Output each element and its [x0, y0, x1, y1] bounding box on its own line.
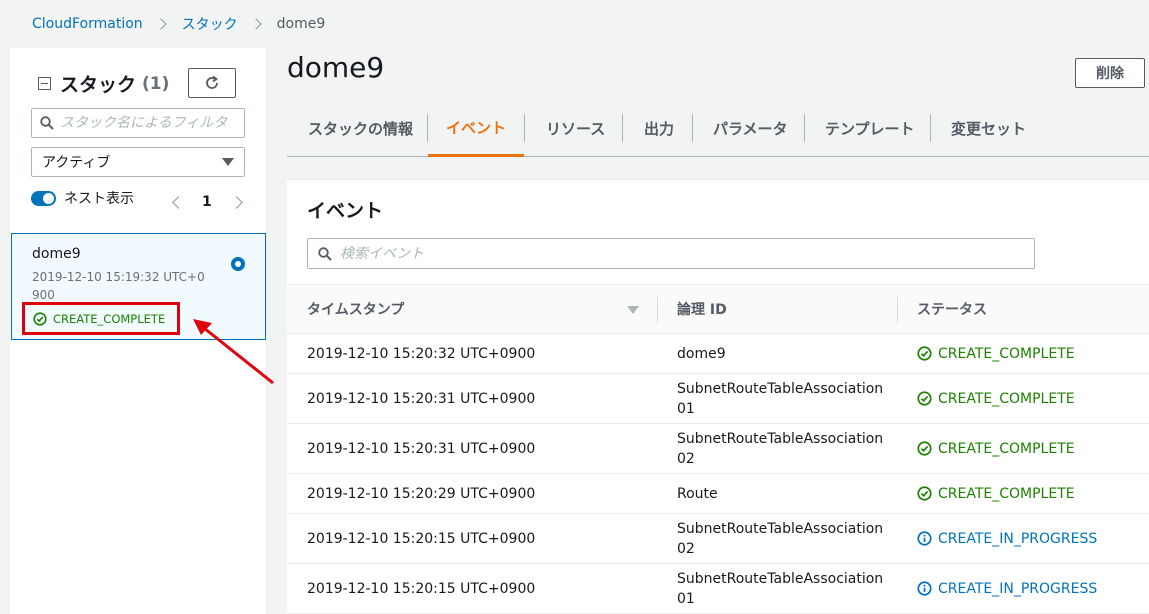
panel-title: スタック: [60, 74, 137, 96]
annotation-arrow: [193, 319, 274, 385]
column-header-timestamp[interactable]: タイムスタンプ: [307, 285, 404, 333]
events-title: イベント: [307, 200, 384, 222]
refresh-button[interactable]: [188, 68, 236, 98]
collapse-icon[interactable]: [38, 77, 51, 90]
nested-view-toggle[interactable]: [31, 190, 56, 206]
check-circle-icon: [917, 346, 932, 361]
stack-filter-input[interactable]: [60, 115, 240, 131]
event-logical-id: dome9: [677, 345, 726, 362]
stack-filter-field[interactable]: [31, 108, 245, 138]
event-status: CREATE_COMPLETE: [917, 424, 1075, 473]
tab-change-sets[interactable]: 変更セット: [951, 100, 1026, 157]
stack-status-highlight: CREATE_COMPLETE: [22, 302, 180, 335]
event-status-text: CREATE_IN_PROGRESS: [938, 530, 1098, 547]
event-status-text: CREATE_IN_PROGRESS: [938, 580, 1098, 597]
event-search-input[interactable]: [340, 245, 990, 262]
tab-divider: [804, 114, 805, 142]
table-row: 2019-12-10 15:20:31 UTC+0900 SubnetRoute…: [287, 374, 1149, 424]
event-search-field[interactable]: [307, 238, 1035, 269]
table-row: 2019-12-10 15:20:15 UTC+0900 SubnetRoute…: [287, 564, 1149, 614]
event-logical-id: SubnetRouteTableAssociation01: [677, 570, 884, 607]
event-timestamp: 2019-12-10 15:20:15 UTC+0900: [307, 530, 536, 547]
info-circle-icon: [917, 581, 932, 596]
caret-down-icon: [222, 158, 234, 166]
info-circle-icon: [917, 531, 932, 546]
panel-header: スタック (1): [38, 70, 169, 97]
check-circle-icon: [33, 311, 47, 326]
stack-count: (1): [142, 73, 170, 94]
refresh-icon: [206, 75, 219, 89]
tab-divider: [622, 114, 623, 142]
event-timestamp: 2019-12-10 15:20:31 UTC+0900: [307, 390, 536, 407]
event-timestamp: 2019-12-10 15:20:15 UTC+0900: [307, 580, 536, 597]
column-divider: [897, 297, 898, 323]
previous-page-icon[interactable]: [172, 195, 185, 209]
stack-created-time: 2019-12-10 15:19:32 UTC+0900: [32, 270, 205, 302]
sort-caret-icon[interactable]: [627, 306, 639, 314]
event-status-text: CREATE_COMPLETE: [938, 345, 1075, 362]
breadcrumb-current: dome9: [276, 16, 326, 32]
search-icon: [318, 246, 332, 261]
event-logical-id: SubnetRouteTableAssociation02: [677, 430, 884, 467]
nested-view-row: ネスト表示: [31, 188, 134, 208]
table-row: 2019-12-10 15:20:29 UTC+0900 Route CREAT…: [287, 474, 1149, 514]
status-filter-value: アクティブ: [42, 155, 111, 171]
column-header-logical-id[interactable]: 論理 ID: [677, 285, 727, 333]
tab-bar: スタックの情報 イベント リソース 出力 パラメータ テンプレート 変更セット: [287, 100, 1149, 157]
nested-view-label: ネスト表示: [64, 191, 134, 207]
breadcrumb: CloudFormation スタック dome9: [32, 14, 325, 34]
table-row: 2019-12-10 15:20:15 UTC+0900 SubnetRoute…: [287, 514, 1149, 564]
event-status: CREATE_COMPLETE: [917, 334, 1075, 373]
tab-divider: [524, 114, 525, 142]
chevron-right-icon: [154, 18, 167, 30]
stack-select-radio[interactable]: [231, 257, 245, 271]
check-circle-icon: [917, 391, 932, 406]
status-filter-select[interactable]: アクティブ: [31, 147, 245, 177]
page-number[interactable]: 1: [202, 194, 212, 210]
table-row: 2019-12-10 15:20:32 UTC+0900 dome9 CREAT…: [287, 334, 1149, 374]
tab-parameters[interactable]: パラメータ: [713, 100, 788, 157]
event-status: CREATE_COMPLETE: [917, 374, 1075, 423]
delete-button[interactable]: 削除: [1075, 58, 1145, 88]
table-row: 2019-12-10 15:20:31 UTC+0900 SubnetRoute…: [287, 424, 1149, 474]
event-status: CREATE_COMPLETE: [917, 474, 1075, 513]
event-status: CREATE_IN_PROGRESS: [917, 564, 1097, 613]
check-circle-icon: [917, 486, 932, 501]
event-timestamp: 2019-12-10 15:20:31 UTC+0900: [307, 440, 536, 457]
events-panel: イベント タイムスタンプ 論理 ID ステータス 2019-12-10 15:2…: [287, 179, 1149, 614]
event-timestamp: 2019-12-10 15:20:32 UTC+0900: [307, 345, 536, 362]
event-logical-id: SubnetRouteTableAssociation02: [677, 520, 884, 557]
event-status-text: CREATE_COMPLETE: [938, 390, 1075, 407]
breadcrumb-stacks[interactable]: スタック: [182, 14, 238, 34]
column-header-status[interactable]: ステータス: [917, 285, 987, 333]
tab-events[interactable]: イベント: [428, 100, 524, 157]
page-title: dome9: [287, 51, 385, 84]
events-table-header: タイムスタンプ 論理 ID ステータス: [287, 284, 1149, 334]
tab-outputs[interactable]: 出力: [644, 100, 674, 157]
tab-stack-info[interactable]: スタックの情報: [308, 100, 413, 157]
chevron-right-icon: [249, 18, 262, 30]
tab-divider: [692, 114, 693, 142]
search-icon: [40, 116, 54, 130]
event-logical-id: Route: [677, 485, 718, 502]
event-timestamp: 2019-12-10 15:20:29 UTC+0900: [307, 485, 536, 502]
next-page-icon[interactable]: [229, 195, 243, 209]
breadcrumb-cloudformation[interactable]: CloudFormation: [32, 16, 143, 32]
tab-template[interactable]: テンプレート: [825, 100, 915, 157]
check-circle-icon: [917, 441, 932, 456]
stack-name: dome9: [32, 246, 81, 262]
event-status-text: CREATE_COMPLETE: [938, 485, 1075, 502]
tab-divider: [930, 114, 931, 142]
stack-status: CREATE_COMPLETE: [53, 311, 166, 326]
tab-resources[interactable]: リソース: [546, 100, 605, 157]
pagination: 1: [170, 194, 245, 210]
event-logical-id: SubnetRouteTableAssociation01: [677, 380, 884, 417]
event-status-text: CREATE_COMPLETE: [938, 440, 1075, 457]
column-divider: [657, 297, 658, 323]
event-status: CREATE_IN_PROGRESS: [917, 514, 1097, 563]
